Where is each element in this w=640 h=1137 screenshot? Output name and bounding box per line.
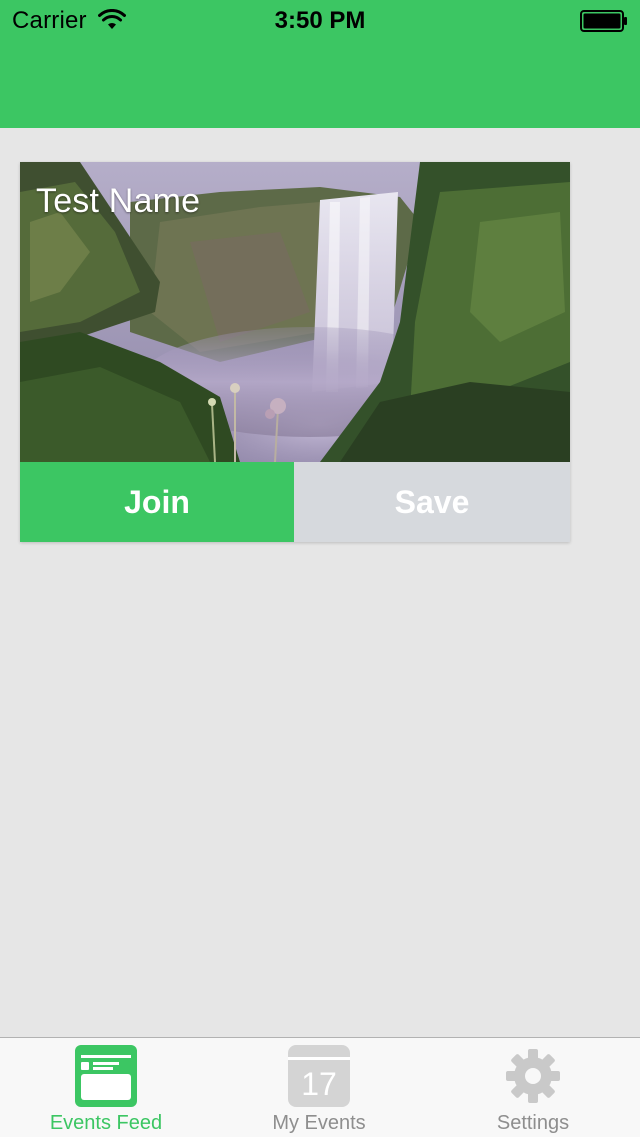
save-button[interactable]: Save xyxy=(294,462,570,542)
calendar-icon-date: 17 xyxy=(301,1066,337,1102)
join-button[interactable]: Join xyxy=(20,462,294,542)
tab-settings-label: Settings xyxy=(496,1112,570,1134)
tab-settings[interactable]: Settings xyxy=(426,1038,640,1137)
events-feed-icon xyxy=(75,1045,137,1107)
event-card[interactable]: Test Name Join Save xyxy=(20,162,570,542)
tab-my-events[interactable]: 17 My Events xyxy=(212,1038,426,1137)
battery-icon xyxy=(580,10,627,32)
calendar-icon: 17 xyxy=(288,1045,350,1107)
status-bar: Carrier 3:50 PM xyxy=(0,0,640,40)
tab-events-feed-label: Events Feed xyxy=(49,1112,163,1134)
status-time: 3:50 PM xyxy=(274,7,366,34)
header-bar: Carrier 3:50 PM xyxy=(0,0,640,128)
tab-bar: Events Feed 17 My Events Settings xyxy=(0,1037,640,1137)
event-image[interactable]: Test Name xyxy=(20,162,570,462)
gear-icon xyxy=(506,1049,560,1103)
tab-events-feed[interactable]: Events Feed xyxy=(0,1038,212,1137)
tab-my-events-label: My Events xyxy=(272,1112,366,1134)
event-title: Test Name xyxy=(36,182,201,220)
